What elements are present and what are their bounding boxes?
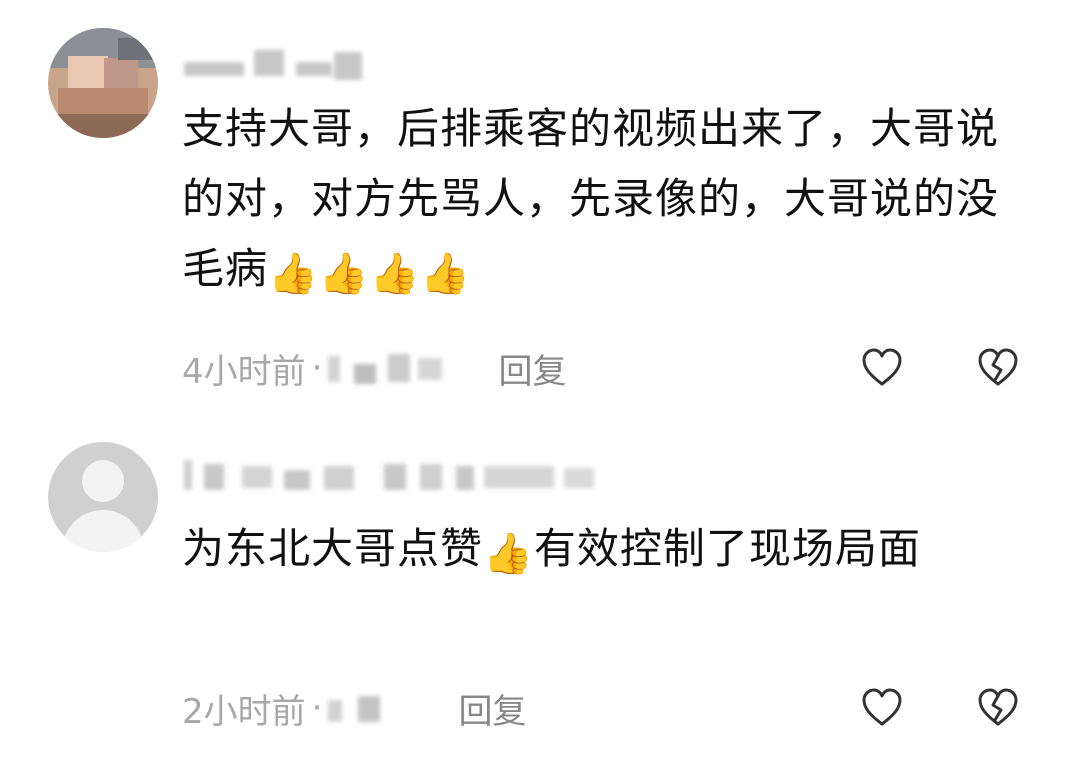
comment-item: 支持大哥，后排乘客的视频出来了，大哥说的对，对方先骂人，先录像的，大哥说的没毛病… [0,0,1080,420]
comment-text: 为东北大哥点赞👍有效控制了现场局面 [182,514,1022,584]
comment-text: 支持大哥，后排乘客的视频出来了，大哥说的对，对方先骂人，先录像的，大哥说的没毛病… [182,94,1022,304]
comment-body: 为东北大哥点赞 [182,524,484,573]
comment-meta: 4小时前 · 回复 [182,344,566,392]
reply-button[interactable]: 回复 [458,684,526,733]
user-avatar[interactable] [48,442,158,552]
meta-separator: · [311,348,323,388]
dislike-button[interactable] [976,346,1020,390]
username-obscured[interactable] [184,456,604,496]
like-button[interactable] [860,686,904,730]
heart-outline-icon [862,348,902,386]
location-obscured [328,348,448,388]
meta-separator: · [311,688,323,728]
comment-time: 2小时前 [182,691,306,732]
location-obscured [328,688,408,728]
comment-body-continued: 有效控制了现场局面 [533,524,921,573]
reply-button[interactable]: 回复 [498,344,566,393]
avatar-head-shape [82,460,124,502]
broken-heart-icon [978,688,1018,726]
user-avatar[interactable] [48,28,158,138]
thumbs-up-icon: 👍👍👍👍 [268,251,472,297]
broken-heart-icon [978,348,1018,386]
heart-outline-icon [862,688,902,726]
thumbs-up-icon: 👍 [483,531,534,577]
comment-item: 为东北大哥点赞👍有效控制了现场局面 2小时前 · 回复 [0,420,1080,760]
comment-time: 4小时前 [182,351,306,392]
like-button[interactable] [860,346,904,390]
avatar-body-shape [62,510,144,552]
comment-meta: 2小时前 · 回复 [182,684,526,732]
dislike-button[interactable] [976,686,1020,730]
username-obscured[interactable] [184,44,364,84]
